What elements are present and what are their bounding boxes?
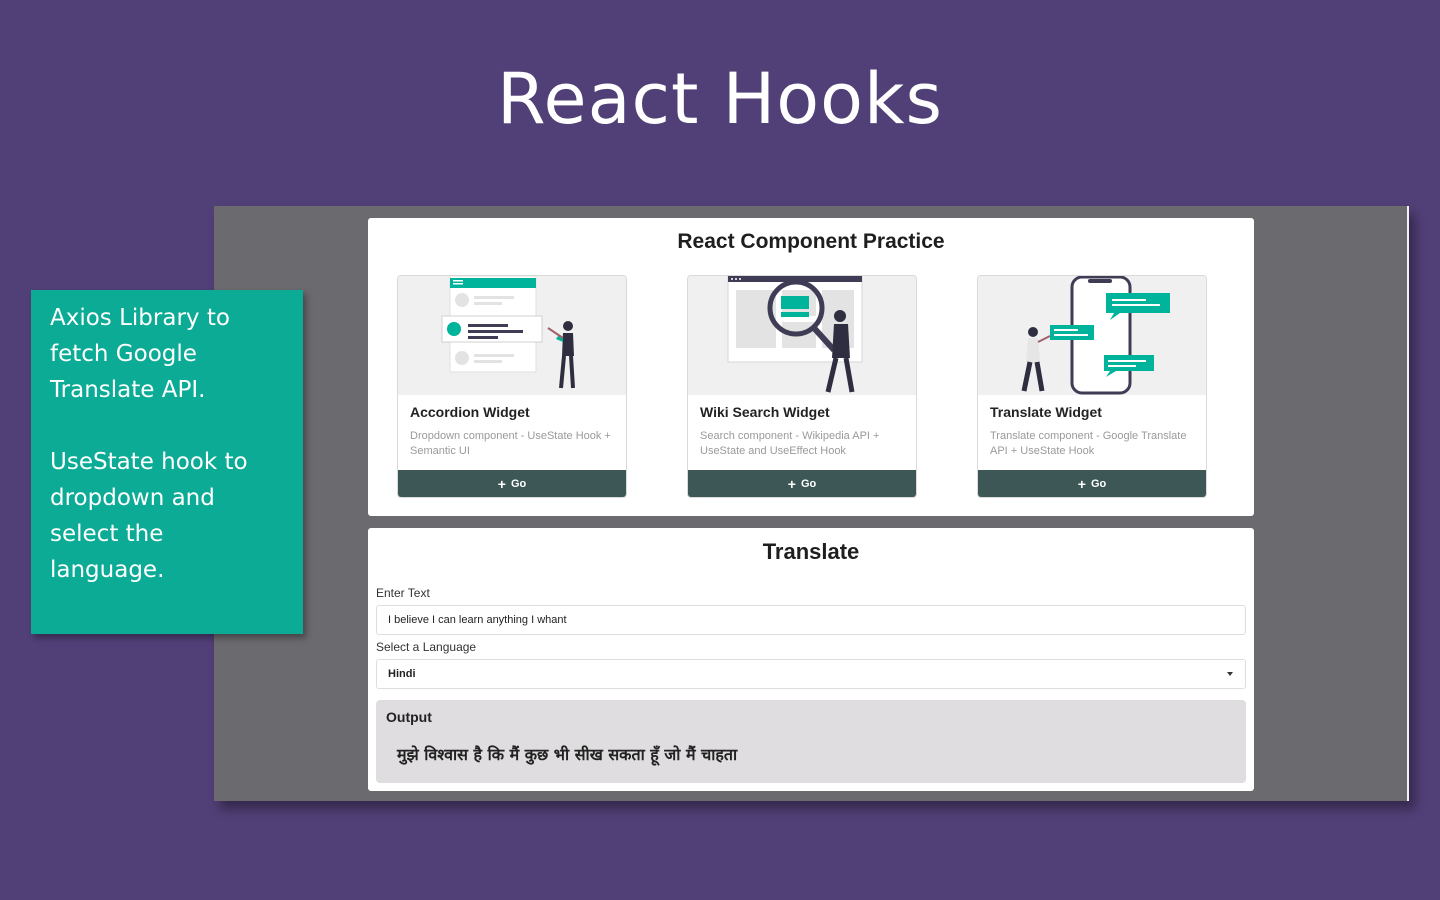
card-description: Translate component - Google Translate A… [990, 430, 1187, 457]
card-wiki-search: Wiki Search Widget Search component - Wi… [687, 275, 917, 498]
enter-text-input[interactable] [376, 605, 1246, 635]
enter-text-label: Enter Text [376, 586, 430, 600]
note-box: Axios Library to fetch Google Translate … [31, 290, 303, 634]
output-box: Output मुझे विश्वास है कि मैं कुछ भी सीख… [376, 700, 1246, 783]
accordion-illustration [398, 276, 626, 395]
card-description: Search component - Wikipedia API + UseSt… [700, 430, 880, 457]
practice-heading: React Component Practice [677, 230, 945, 253]
card-title: Wiki Search Widget [700, 404, 830, 420]
card-translate: Translate Widget Translate component - G… [977, 275, 1207, 498]
go-button-label: Go [800, 478, 817, 490]
output-text: मुझे विश्वास है कि मैं कुछ भी सीख सकता ह… [397, 745, 738, 764]
go-button-accordion[interactable]: + Go [398, 470, 626, 497]
practice-panel: React Component Practice Accordion Widge… [368, 218, 1254, 516]
plus-icon: + [787, 476, 796, 492]
plus-icon: + [1077, 476, 1086, 492]
translate-heading: Translate [762, 539, 860, 564]
wiki-search-illustration [688, 276, 916, 395]
note-text-axios: Axios Library to fetch Google Translate … [50, 305, 230, 403]
go-button-label: Go [510, 478, 527, 490]
chevron-down-icon [1227, 672, 1233, 676]
card-accordion: Accordion Widget Dropdown component - Us… [397, 275, 627, 498]
language-selected-value: Hindi [388, 668, 416, 680]
go-button-translate[interactable]: + Go [978, 470, 1206, 497]
go-button-wiki-search[interactable]: + Go [688, 470, 916, 497]
card-description: Dropdown component - UseState Hook + Sem… [410, 430, 611, 457]
plus-icon: + [497, 476, 506, 492]
card-title: Translate Widget [990, 404, 1102, 420]
translate-panel: Translate Enter Text Select a Language H… [368, 528, 1254, 791]
output-label: Output [386, 709, 432, 725]
translate-illustration [978, 276, 1206, 395]
language-label: Select a Language [376, 640, 477, 654]
language-select[interactable]: Hindi [376, 659, 1246, 689]
card-title: Accordion Widget [410, 404, 530, 420]
note-text-usestate: UseState hook to dropdown and select the… [50, 449, 248, 583]
go-button-label: Go [1090, 478, 1107, 490]
slide-title: React Hooks [497, 58, 943, 140]
